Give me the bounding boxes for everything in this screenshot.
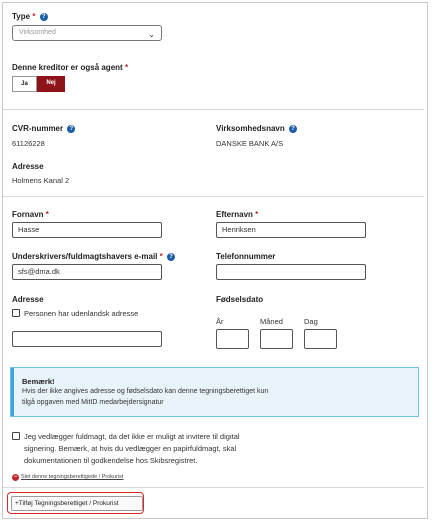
- company-address-label: Adresse: [12, 162, 44, 171]
- month-input[interactable]: [260, 329, 293, 349]
- notice-accent-bar: [11, 368, 14, 416]
- day-label: Dag: [304, 317, 318, 326]
- company-address-value: Holmens Kanal 2: [12, 176, 70, 185]
- type-select[interactable]: Virksomhed ⌄: [12, 25, 162, 41]
- company-name-value: DANSKE BANK A/S: [216, 139, 284, 148]
- agent-label: Denne kreditor er også agent *: [12, 63, 129, 72]
- remove-icon[interactable]: −: [12, 474, 19, 481]
- type-label: Type * ?: [12, 12, 48, 21]
- last-name-label: Efternavn *: [216, 210, 259, 219]
- notice-line-2: tilgå opgaven med MitID medarbejdersigna…: [22, 399, 164, 406]
- delete-signatory-link[interactable]: Slet denne tegningsberettigede / Prokuri…: [21, 474, 123, 480]
- phone-label: Telefonnummer: [216, 252, 276, 261]
- add-signatory-button[interactable]: +Tilføj Tegningsberettiget / Prokurist: [11, 496, 143, 511]
- cvr-label: CVR-nummer ?: [12, 124, 76, 133]
- notice-title: Bemærk!: [22, 377, 55, 386]
- agent-no-button[interactable]: Nej: [37, 76, 65, 92]
- chevron-down-icon: ⌄: [148, 30, 155, 39]
- divider: [3, 196, 424, 197]
- last-name-input[interactable]: Henriksen: [216, 222, 366, 238]
- help-icon[interactable]: ?: [289, 124, 298, 133]
- help-icon[interactable]: ?: [67, 124, 76, 133]
- cvr-value: 61126228: [12, 139, 45, 148]
- email-label: Underskrivers/fuldmagtshavers e-mail * ?: [12, 252, 175, 261]
- proxy-text-line-3: dokumentationen til godkendelse hos Skib…: [24, 456, 198, 465]
- person-address-input[interactable]: [12, 331, 162, 347]
- notice-line-1: Hvis der ikke angives adresse og fødsels…: [22, 388, 269, 395]
- help-icon[interactable]: ?: [39, 12, 48, 21]
- proxy-text-line-2: signering. Bemærk, at hvis du vedlægger …: [24, 444, 237, 453]
- year-label: År: [216, 317, 224, 326]
- person-address-label: Adresse: [12, 295, 44, 304]
- year-input[interactable]: [216, 329, 249, 349]
- company-name-label: Virksomhedsnavn ?: [216, 124, 298, 133]
- proxy-text-line-1: Jeg vedlægger fuldmagt, da det ikke er m…: [24, 432, 240, 441]
- month-label: Måned: [260, 317, 283, 326]
- proxy-checkbox[interactable]: [12, 432, 20, 440]
- day-input[interactable]: [304, 329, 337, 349]
- add-button-highlight: +Tilføj Tegningsberettiget / Prokurist: [7, 492, 144, 514]
- help-icon[interactable]: ?: [167, 252, 175, 261]
- foreign-address-checkbox[interactable]: [12, 309, 20, 317]
- phone-input[interactable]: [216, 264, 366, 280]
- first-name-label: Fornavn *: [12, 210, 49, 219]
- divider: [3, 487, 424, 488]
- notice-box: Bemærk! Hvis der ikke angives adresse og…: [10, 367, 419, 417]
- agent-yes-button[interactable]: Ja: [12, 76, 37, 92]
- first-name-input[interactable]: Hasse: [12, 222, 162, 238]
- birthdate-label: Fødselsdato: [216, 295, 264, 304]
- email-input[interactable]: sfs@dma.dk: [12, 264, 162, 280]
- foreign-address-label: Personen har udenlandsk adresse: [24, 309, 139, 318]
- divider: [3, 109, 424, 110]
